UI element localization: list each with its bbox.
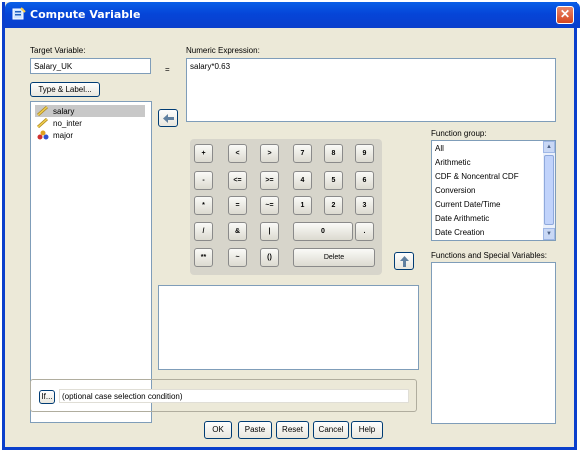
scrollbar[interactable]: ▲ ▼	[543, 141, 555, 240]
list-item[interactable]: major	[35, 129, 145, 141]
move-variable-button[interactable]	[158, 109, 178, 127]
list-item[interactable]: Current Date/Time	[435, 200, 501, 209]
key-decimal[interactable]: .	[355, 222, 374, 241]
numeric-expression-value: salary*0.63	[190, 62, 231, 71]
key-equals[interactable]: =	[228, 196, 247, 215]
compute-variable-dialog: Compute Variable ✕ Target Variable: Sala…	[2, 2, 580, 450]
close-button[interactable]: ✕	[556, 6, 574, 24]
numeric-expression-input[interactable]: salary*0.63	[186, 58, 556, 122]
insert-function-button[interactable]	[394, 252, 414, 270]
help-button[interactable]: Help	[351, 421, 383, 439]
cancel-button[interactable]: Cancel	[313, 421, 349, 439]
list-item[interactable]: no_inter	[35, 117, 145, 129]
list-item[interactable]: Arithmetic	[435, 158, 471, 167]
list-item[interactable]: salary	[35, 105, 145, 117]
if-button[interactable]: If...	[39, 390, 55, 404]
reset-button[interactable]: Reset	[276, 421, 309, 439]
list-item[interactable]: Date Arithmetic	[435, 214, 489, 223]
if-condition-group: If... (optional case selection condition…	[30, 379, 417, 412]
scroll-up-icon[interactable]: ▲	[543, 141, 555, 153]
nominal-variable-icon	[37, 130, 49, 140]
numeric-expression-label: Numeric Expression:	[186, 46, 260, 55]
key-greater-equal[interactable]: >=	[260, 171, 279, 190]
key-3[interactable]: 3	[355, 196, 374, 215]
scale-variable-icon	[37, 118, 48, 128]
key-8[interactable]: 8	[324, 144, 343, 163]
calculator-pad: + < > 7 8 9 - <= >= 4 5 6 * = ~= 1 2 3 /…	[190, 139, 382, 275]
list-item-label: major	[53, 131, 74, 140]
scroll-thumb[interactable]	[544, 155, 554, 225]
key-1[interactable]: 1	[293, 196, 312, 215]
key-5[interactable]: 5	[324, 171, 343, 190]
scale-variable-icon	[37, 106, 48, 116]
key-not[interactable]: ~	[228, 248, 247, 267]
target-variable-input[interactable]: Salary_UK	[30, 58, 151, 74]
function-group-list[interactable]: All Arithmetic CDF & Noncentral CDF Conv…	[431, 140, 556, 241]
paste-button[interactable]: Paste	[238, 421, 272, 439]
arrow-up-icon	[400, 256, 409, 267]
key-2[interactable]: 2	[324, 196, 343, 215]
key-6[interactable]: 6	[355, 171, 374, 190]
target-variable-label: Target Variable:	[30, 46, 86, 55]
title-bar[interactable]: Compute Variable ✕	[5, 2, 580, 28]
key-delete[interactable]: Delete	[293, 248, 375, 267]
key-greater-than[interactable]: >	[260, 144, 279, 163]
list-item-label: no_inter	[53, 119, 82, 128]
functions-list[interactable]	[431, 262, 556, 424]
list-item[interactable]: All	[435, 144, 444, 153]
compute-icon	[12, 7, 26, 20]
window-title: Compute Variable	[30, 8, 141, 21]
key-and[interactable]: &	[228, 222, 247, 241]
key-plus[interactable]: +	[194, 144, 213, 163]
key-0[interactable]: 0	[293, 222, 353, 241]
key-minus[interactable]: -	[194, 171, 213, 190]
key-parentheses[interactable]: ()	[260, 248, 279, 267]
ok-button[interactable]: OK	[204, 421, 232, 439]
key-4[interactable]: 4	[293, 171, 312, 190]
target-variable-value: Salary_UK	[34, 62, 73, 71]
key-divide[interactable]: /	[194, 222, 213, 241]
list-item-label: salary	[53, 107, 75, 116]
key-less-than[interactable]: <	[228, 144, 247, 163]
key-not-equal[interactable]: ~=	[260, 196, 279, 215]
function-description-box	[158, 285, 419, 370]
key-multiply[interactable]: *	[194, 196, 213, 215]
equals-sign: =	[165, 65, 170, 74]
list-item[interactable]: CDF & Noncentral CDF	[435, 172, 519, 181]
key-power[interactable]: **	[194, 248, 213, 267]
key-less-equal[interactable]: <=	[228, 171, 247, 190]
list-item[interactable]: Conversion	[435, 186, 475, 195]
function-group-label: Function group:	[431, 129, 487, 138]
variable-list[interactable]: salary no_inter major	[30, 101, 152, 423]
arrow-left-icon	[163, 114, 174, 123]
type-and-label-button[interactable]: Type & Label...	[30, 82, 100, 97]
if-condition-text: (optional case selection condition)	[62, 392, 183, 401]
key-9[interactable]: 9	[355, 144, 374, 163]
functions-label: Functions and Special Variables:	[431, 251, 547, 260]
if-condition-field: (optional case selection condition)	[59, 389, 409, 403]
key-7[interactable]: 7	[293, 144, 312, 163]
key-or[interactable]: |	[260, 222, 279, 241]
scroll-down-icon[interactable]: ▼	[543, 228, 555, 240]
list-item[interactable]: Date Creation	[435, 228, 484, 237]
